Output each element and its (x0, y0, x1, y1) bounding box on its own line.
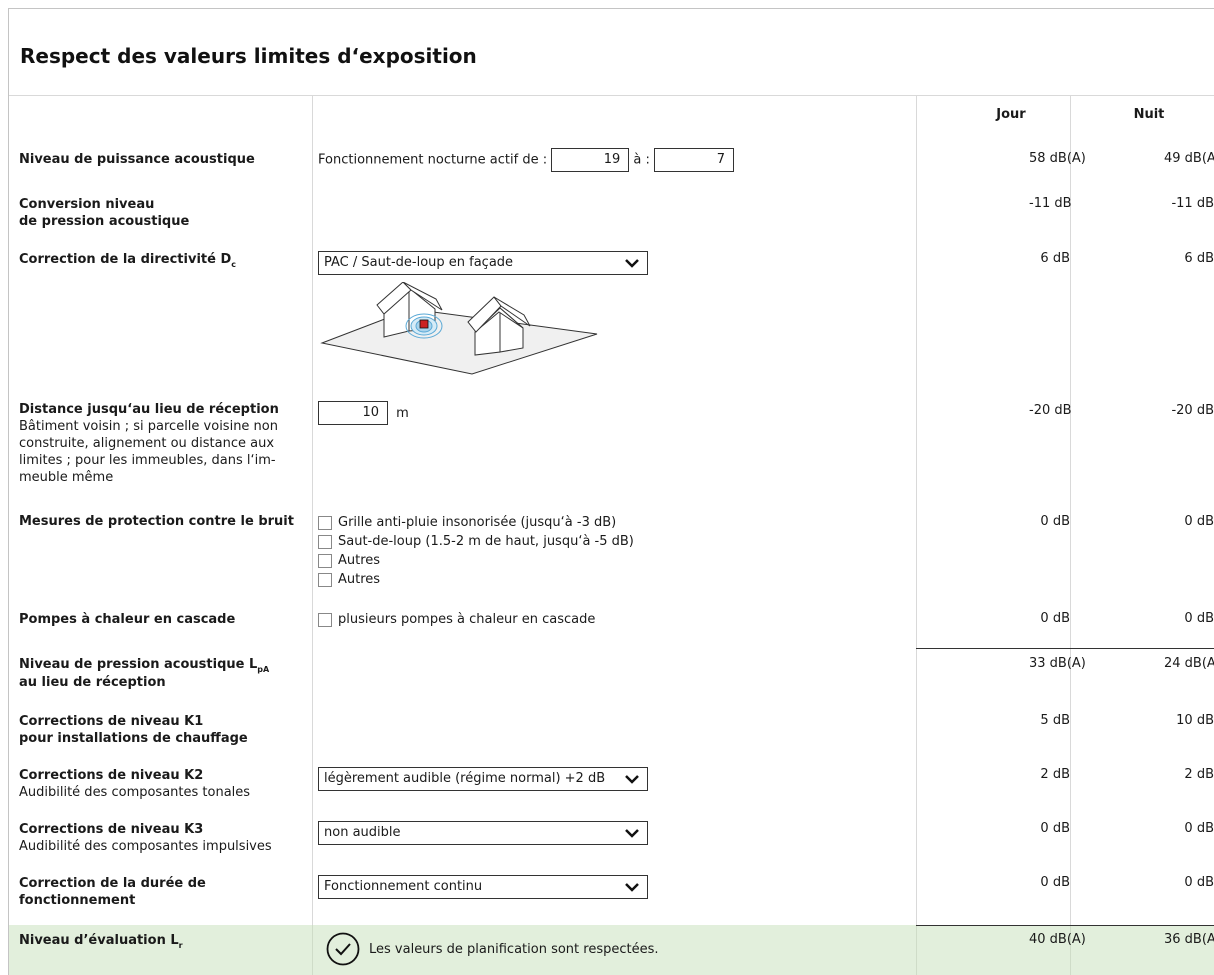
k2-select[interactable]: légèrement audible (régime normal) +2 dB (318, 767, 648, 791)
checkbox[interactable] (318, 534, 332, 549)
protection-option-4[interactable]: Autres (318, 570, 634, 589)
night-end-input[interactable]: 7 (654, 148, 734, 172)
directivity-select[interactable]: PAC / Saut-de-loup en façade (318, 251, 648, 275)
distance-desc-2: construite, alignement ou distance aux (19, 436, 275, 451)
nuit-directivite: 6 dB (1184, 251, 1214, 266)
nuit-cascade: 0 dB (1184, 611, 1214, 626)
protection-option-label: Autres (338, 572, 381, 587)
column-divider-2 (916, 95, 917, 975)
label-directivite: Correction de la directivité D (19, 252, 232, 267)
label-pression-sub: pA (257, 665, 270, 674)
column-divider-1-green (312, 925, 313, 975)
jour-evaluation: 40 dB(A) (1029, 932, 1086, 947)
nuit-mesures: 0 dB (1184, 514, 1214, 529)
k3-select-value: non audible (324, 825, 401, 840)
protection-option-label: Saut-de-loup (1.5-2 m de haut, jusqu‘à -… (338, 534, 634, 549)
nuit-evaluation: 36 dB(A) (1164, 932, 1214, 947)
label-pression: Niveau de pression acoustique L (19, 657, 258, 672)
nuit-pression: 24 dB(A) (1164, 656, 1214, 671)
directivity-select-value: PAC / Saut-de-loup en façade (324, 255, 514, 270)
checkbox[interactable] (318, 572, 332, 587)
subtotal-separator (916, 648, 1214, 649)
duration-select-value: Fonctionnement continu (324, 879, 483, 894)
chevron-down-icon (625, 775, 639, 784)
label-pression-2: au lieu de réception (19, 675, 166, 690)
protection-option-label: Grille anti-pluie insonorisée (jusqu‘à -… (338, 515, 617, 530)
label-directivite-sub: c (231, 260, 236, 269)
duration-select[interactable]: Fonctionnement continu (318, 875, 648, 899)
label-duree-1: Correction de la durée de (19, 876, 206, 891)
label-conversion-1: Conversion niveau (19, 197, 155, 212)
evaluation-status: Les valeurs de planification sont respec… (369, 941, 659, 957)
label-puissance: Niveau de puissance acoustique (19, 152, 255, 167)
nuit-conversion: -11 dB (1171, 196, 1214, 211)
check-circle-icon (326, 932, 360, 966)
jour-pression: 33 dB(A) (1029, 656, 1086, 671)
label-k1-2: pour installations de chauffage (19, 731, 248, 746)
checkbox[interactable] (318, 612, 332, 627)
distance-desc-3: limites ; pour les immeubles, dans l‘im- (19, 453, 276, 468)
jour-cascade: 0 dB (1040, 611, 1070, 626)
jour-mesures: 0 dB (1040, 514, 1070, 529)
night-separator: à : (633, 152, 650, 168)
cascade-option-label: plusieurs pompes à chaleur en cascade (338, 612, 596, 627)
nuit-distance: -20 dB (1171, 403, 1214, 418)
k3-select[interactable]: non audible (318, 821, 648, 845)
header-top-line (9, 95, 1214, 96)
header-nuit: Nuit (1133, 107, 1165, 122)
distance-unit: m (396, 405, 409, 421)
chevron-down-icon (625, 883, 639, 892)
desc-k3: Audibilité des composantes impulsives (19, 839, 272, 854)
nuit-k1: 10 dB (1176, 713, 1214, 728)
checkbox[interactable] (318, 515, 332, 530)
label-mesures: Mesures de protection contre le bruit (19, 514, 294, 529)
jour-directivite: 6 dB (1040, 251, 1070, 266)
label-distance: Distance jusqu‘au lieu de réception (19, 402, 279, 417)
label-k3: Corrections de niveau K3 (19, 822, 204, 837)
protection-option-3[interactable]: Autres (318, 551, 634, 570)
label-cascade: Pompes à chaleur en cascade (19, 612, 236, 627)
label-duree-2: fonctionnement (19, 893, 136, 908)
nuit-k2: 2 dB (1184, 767, 1214, 782)
header-jour: Jour (996, 107, 1026, 122)
column-divider-3 (1070, 95, 1071, 975)
k2-select-value: légèrement audible (régime normal) +2 dB (324, 771, 606, 786)
label-evaluation-sub: r (178, 941, 183, 950)
house-diagram (320, 282, 598, 375)
protection-option-1[interactable]: Grille anti-pluie insonorisée (jusqu‘à -… (318, 513, 634, 532)
jour-distance: -20 dB (1029, 403, 1072, 418)
jour-duree: 0 dB (1040, 875, 1070, 890)
jour-k3: 0 dB (1040, 821, 1070, 836)
jour-k2: 2 dB (1040, 767, 1070, 782)
night-operation-text: Fonctionnement nocturne actif de : (318, 152, 548, 168)
protection-option-2[interactable]: Saut-de-loup (1.5-2 m de haut, jusqu‘à -… (318, 532, 634, 551)
nuit-k3: 0 dB (1184, 821, 1214, 836)
cascade-option[interactable]: plusieurs pompes à chaleur en cascade (318, 610, 595, 629)
chevron-down-icon (625, 259, 639, 268)
total-separator (916, 925, 1214, 926)
nuit-duree: 0 dB (1184, 875, 1214, 890)
nuit-puissance: 49 dB(A) (1164, 151, 1214, 166)
jour-k1: 5 dB (1040, 713, 1070, 728)
jour-conversion: -11 dB (1029, 196, 1072, 211)
label-conversion-2: de pression acoustique (19, 214, 190, 229)
night-start-input[interactable]: 19 (551, 148, 630, 172)
label-evaluation: Niveau d’évaluation L (19, 933, 179, 948)
checkbox[interactable] (318, 553, 332, 568)
distance-desc-1: Bâtiment voisin ; si parcelle voisine no… (19, 419, 278, 434)
jour-puissance: 58 dB(A) (1029, 151, 1086, 166)
distance-desc-4: meuble même (19, 470, 114, 485)
desc-k2: Audibilité des composantes tonales (19, 785, 251, 800)
label-k1-1: Corrections de niveau K1 (19, 714, 204, 729)
label-k2: Corrections de niveau K2 (19, 768, 204, 783)
page-title: Respect des valeurs limites d‘exposition (20, 44, 477, 68)
column-divider-2-green (916, 925, 917, 975)
column-divider-1 (312, 95, 313, 975)
protection-option-label: Autres (338, 553, 381, 568)
distance-input[interactable]: 10 (318, 401, 388, 425)
chevron-down-icon (625, 829, 639, 838)
night-operation-group: Fonctionnement nocturne actif de : 19 à … (318, 148, 734, 172)
